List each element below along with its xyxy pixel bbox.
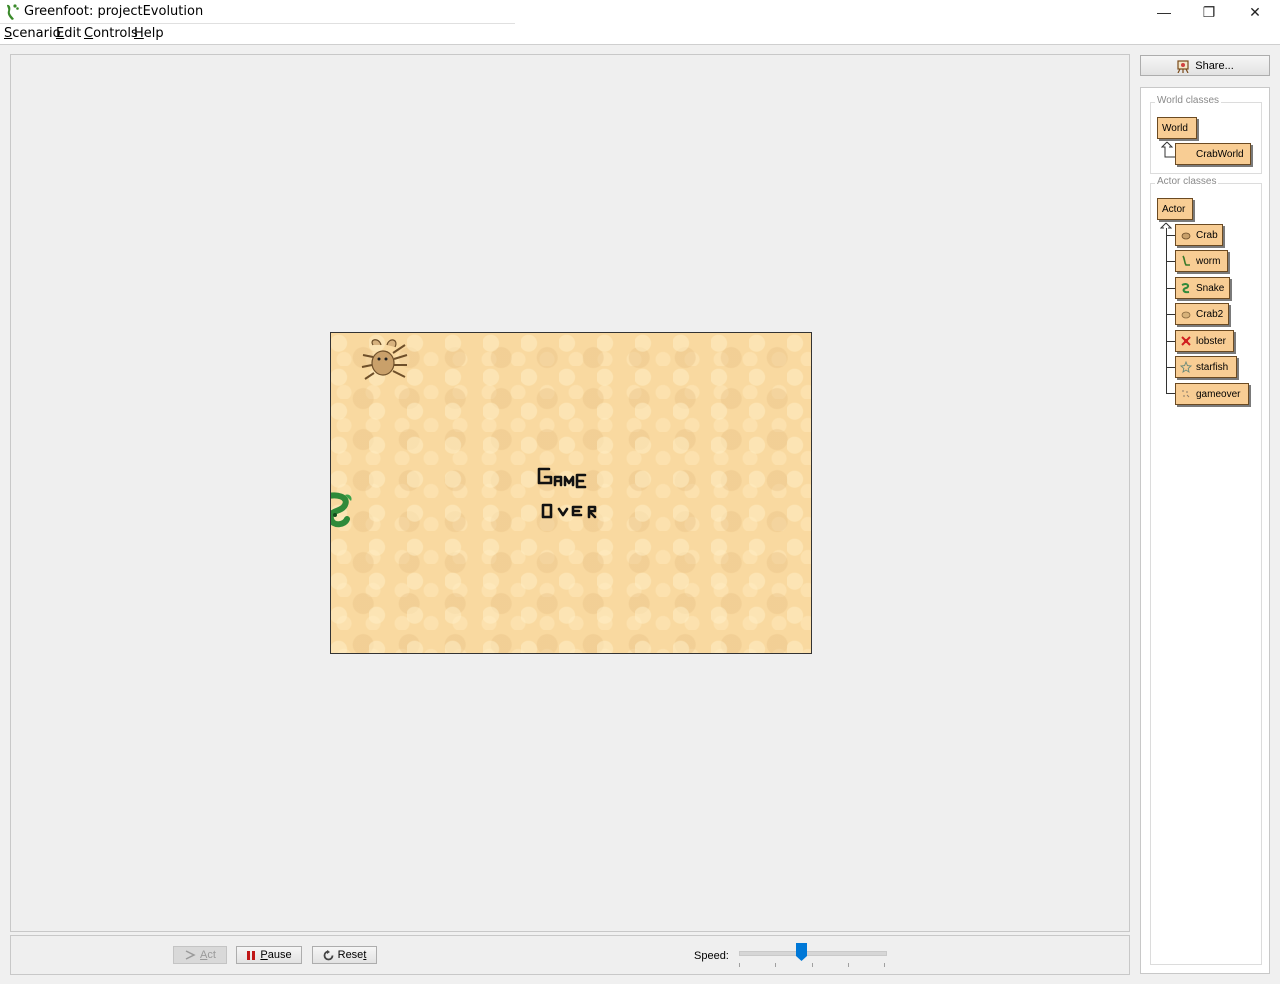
class-actor[interactable]: Actor [1157, 198, 1193, 220]
crab-icon [1181, 232, 1191, 240]
class-browser: World classes World CrabWorld Actor clas… [1140, 87, 1270, 974]
class-crabworld[interactable]: CrabWorld [1175, 143, 1251, 165]
class-worm-label: worm [1196, 255, 1221, 267]
share-label: Share... [1195, 59, 1234, 72]
class-crab2[interactable]: Crab2 [1175, 303, 1229, 325]
tree-line [1166, 341, 1175, 342]
class-gameover[interactable]: gameover [1175, 383, 1249, 405]
speed-slider-track[interactable] [739, 951, 887, 956]
slider-tick [812, 963, 813, 967]
pause-label: Pause [260, 949, 292, 961]
window-title: Greenfoot: projectEvolution [24, 4, 204, 19]
class-world-label: World [1162, 122, 1188, 134]
gameover-actor-icon[interactable] [537, 463, 617, 527]
class-starfish-label: starfish [1196, 361, 1229, 373]
class-lobster-label: lobster [1196, 335, 1227, 347]
execution-controls: Act Pause Reset Speed: [10, 935, 1130, 975]
close-button[interactable]: ✕ [1232, 0, 1278, 24]
act-button[interactable]: Act [173, 946, 227, 964]
share-easel-icon [1177, 59, 1189, 73]
reset-icon [323, 949, 334, 960]
lobster-icon [1181, 336, 1191, 346]
class-crabworld-label: CrabWorld [1196, 148, 1244, 160]
slider-tick [775, 963, 776, 967]
slider-tick [739, 963, 740, 967]
speed-label: Speed: [694, 950, 729, 962]
actor-classes-title: Actor classes [1155, 176, 1219, 187]
slider-tick [884, 963, 885, 967]
tree-line [1166, 235, 1175, 236]
class-worm[interactable]: worm [1175, 250, 1228, 272]
world-classes-title: World classes [1155, 95, 1222, 106]
class-gameover-label: gameover [1196, 388, 1241, 400]
menu-controls[interactable]: Controls [84, 26, 138, 41]
tree-line [1166, 314, 1175, 315]
restore-button[interactable]: ❐ [1186, 0, 1232, 24]
class-crab-label: Crab [1196, 229, 1218, 241]
pause-icon [247, 950, 256, 960]
snake-icon [1181, 283, 1190, 294]
tree-line [1166, 288, 1175, 289]
menu-help[interactable]: Help [134, 26, 164, 41]
tree-line [1166, 261, 1175, 262]
tree-line [1166, 367, 1175, 368]
close-icon: ✕ [1249, 3, 1261, 20]
reset-label: Reset [337, 949, 367, 961]
speed-slider-thumb[interactable] [796, 943, 807, 961]
slider-tick [848, 963, 849, 967]
tree-line [1166, 228, 1167, 393]
crab-actor-icon[interactable] [359, 335, 409, 389]
greenfoot-logo-icon [7, 4, 19, 20]
snake-actor-icon[interactable] [330, 491, 355, 529]
class-crab[interactable]: Crab [1175, 224, 1223, 246]
class-world[interactable]: World [1157, 117, 1197, 139]
reset-button[interactable]: Reset [312, 946, 377, 964]
menu-bar: Scenario Edit Controls Help [0, 24, 1280, 45]
share-button[interactable]: Share... [1140, 55, 1270, 76]
starfish-icon [1180, 361, 1192, 373]
world-canvas[interactable] [330, 332, 812, 654]
menu-scenario[interactable]: Scenario [4, 26, 61, 41]
class-crab2-label: Crab2 [1196, 308, 1224, 320]
gameover-icon [1182, 390, 1190, 398]
class-actor-label: Actor [1162, 203, 1186, 215]
world-classes-group: World classes World CrabWorld [1150, 95, 1262, 174]
class-lobster[interactable]: lobster [1175, 330, 1234, 352]
class-snake-label: Snake [1196, 282, 1225, 294]
minimize-button[interactable]: — [1141, 0, 1187, 24]
pause-button[interactable]: Pause [236, 946, 302, 964]
restore-icon: ❐ [1202, 3, 1216, 20]
minimize-icon: — [1157, 4, 1171, 20]
actor-classes-group: Actor classes Actor Crab worm Snake Crab… [1150, 176, 1262, 965]
act-label: Act [200, 949, 216, 961]
tree-line [1166, 393, 1175, 394]
worm-icon [1182, 255, 1190, 266]
menu-edit[interactable]: Edit [56, 26, 81, 41]
crab2-icon [1181, 311, 1191, 319]
window-titlebar: Greenfoot: projectEvolution — ❐ ✕ [0, 0, 1280, 24]
class-starfish[interactable]: starfish [1175, 356, 1237, 378]
step-arrow-icon [185, 950, 196, 960]
class-snake[interactable]: Snake [1175, 277, 1230, 299]
